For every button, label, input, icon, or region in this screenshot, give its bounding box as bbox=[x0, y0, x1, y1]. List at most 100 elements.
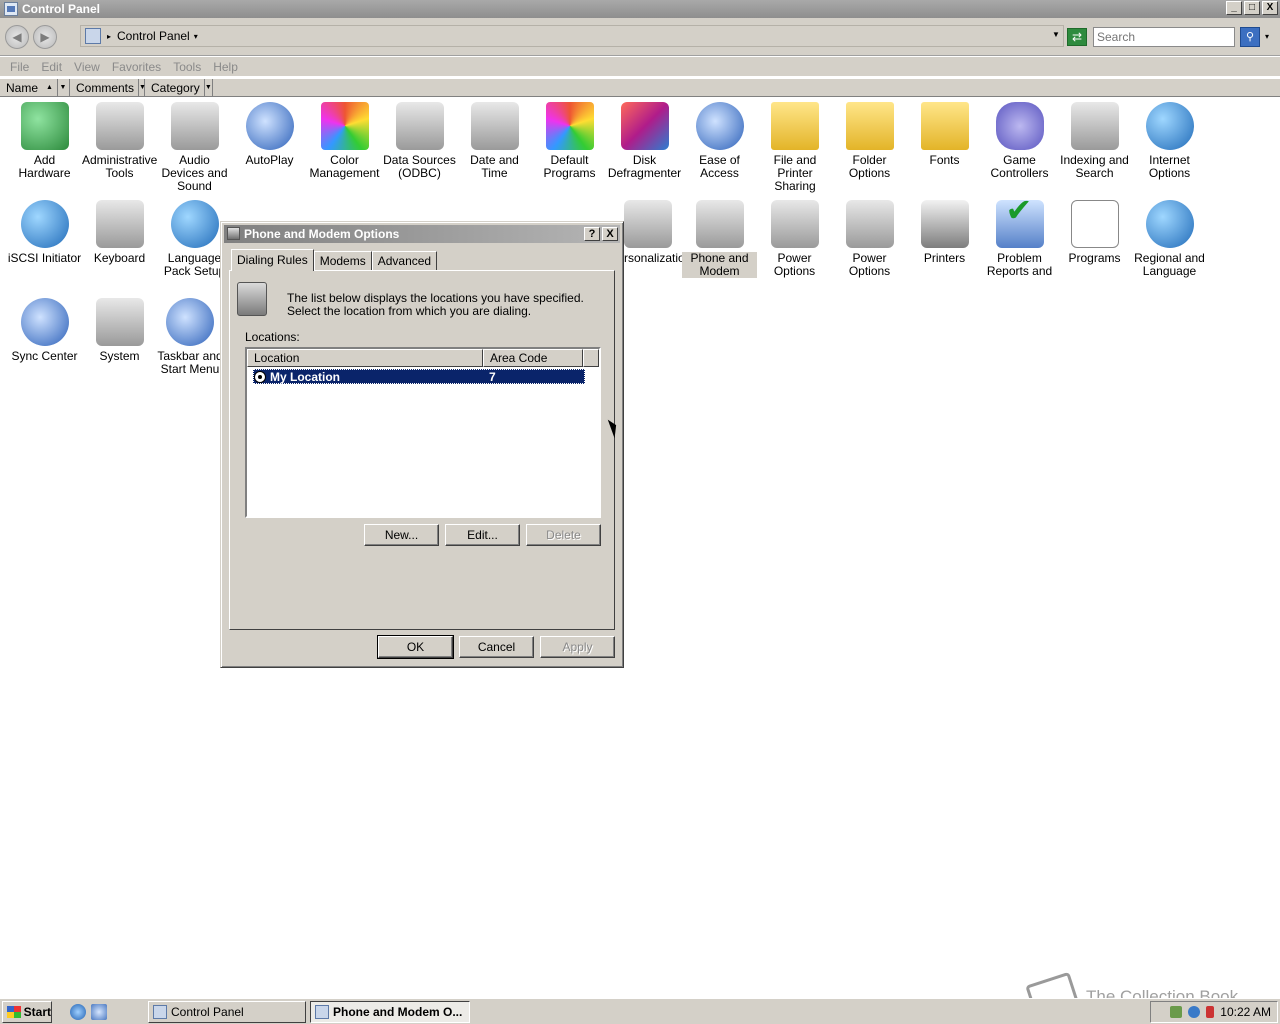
item-problem-reports[interactable]: Problem Reports and bbox=[982, 200, 1057, 278]
back-button[interactable]: ◀ bbox=[5, 25, 29, 49]
menu-help[interactable]: Help bbox=[213, 60, 238, 74]
column-header-bar: Name ▲ ▼ Comments ▼ Category ▼ bbox=[0, 78, 1280, 97]
chevron-down-icon[interactable]: ▾ bbox=[194, 32, 198, 41]
dialog-close-button[interactable]: X bbox=[602, 227, 618, 241]
menu-view[interactable]: View bbox=[74, 60, 100, 74]
item-folder-options[interactable]: Folder Options bbox=[832, 102, 907, 180]
item-label: rsonalization bbox=[624, 251, 692, 265]
apply-button[interactable]: Apply bbox=[540, 636, 615, 658]
help-button[interactable]: ? bbox=[584, 227, 600, 241]
clock[interactable]: 10:22 AM bbox=[1220, 1005, 1271, 1019]
item-label: Game Controllers bbox=[990, 153, 1049, 180]
programs-icon bbox=[1070, 200, 1119, 248]
column-comments[interactable]: Comments ▼ bbox=[70, 78, 146, 97]
tab-modems[interactable]: Modems bbox=[313, 251, 372, 271]
item-system[interactable]: System bbox=[82, 298, 157, 363]
address-toolbar: ◀ ▶ ▸ Control Panel ▾ ▼ ⇄ ⚲ ▾ bbox=[0, 18, 1280, 56]
speaker-icon bbox=[170, 102, 219, 150]
security-tray-icon[interactable] bbox=[1170, 1006, 1183, 1018]
show-desktop-icon[interactable] bbox=[91, 1004, 107, 1020]
forward-button[interactable]: ▶ bbox=[33, 25, 57, 49]
item-date-and-time[interactable]: Date and Time bbox=[457, 102, 532, 180]
item-keyboard[interactable]: Keyboard bbox=[82, 200, 157, 265]
item-ease-of-access[interactable]: Ease of Access bbox=[682, 102, 757, 180]
cancel-button[interactable]: Cancel bbox=[459, 636, 534, 658]
column-name[interactable]: Name ▲ ▼ bbox=[0, 78, 70, 97]
menu-bar: File Edit View Favorites Tools Help bbox=[0, 57, 1280, 77]
network-tray-icon[interactable] bbox=[1188, 1006, 1201, 1018]
item-fonts[interactable]: Fonts bbox=[907, 102, 982, 167]
edit-button[interactable]: Edit... bbox=[445, 524, 520, 546]
item-label: Add Hardware bbox=[18, 153, 71, 180]
control-panel-items: Add Hardware Administrative Tools Audio … bbox=[0, 97, 1280, 993]
tab-dialing-rules[interactable]: Dialing Rules bbox=[231, 249, 314, 271]
taskbar-phone-modem[interactable]: Phone and Modem O... bbox=[310, 1001, 470, 1023]
item-disk-defragmenter[interactable]: Disk Defragmenter bbox=[607, 102, 682, 180]
item-autoplay[interactable]: AutoPlay bbox=[232, 102, 307, 167]
item-power-options-2[interactable]: Power Options bbox=[832, 200, 907, 278]
tab-advanced[interactable]: Advanced bbox=[371, 251, 438, 271]
item-data-sources[interactable]: Data Sources (ODBC) bbox=[382, 102, 457, 180]
column-area-code[interactable]: Area Code bbox=[483, 349, 583, 367]
search-options-chevron-icon[interactable]: ▾ bbox=[1265, 32, 1269, 41]
internet-explorer-icon[interactable] bbox=[70, 1004, 86, 1020]
item-audio-devices[interactable]: Audio Devices and Sound bbox=[157, 102, 232, 193]
item-label: Printers bbox=[923, 251, 966, 265]
regional-globe-icon bbox=[1145, 200, 1194, 248]
delete-button[interactable]: Delete bbox=[526, 524, 601, 546]
item-regional-language[interactable]: Regional and Language bbox=[1132, 200, 1207, 278]
item-label: Ease of Access bbox=[699, 153, 740, 180]
list-item[interactable]: My Location 7 bbox=[253, 369, 585, 384]
menu-tools[interactable]: Tools bbox=[173, 60, 201, 74]
item-phone-and-modem[interactable]: Phone and Modem bbox=[682, 200, 757, 278]
breadcrumb-arrow-icon[interactable]: ▸ bbox=[107, 32, 111, 41]
volume-muted-icon[interactable] bbox=[1206, 1006, 1215, 1018]
maximize-button[interactable]: □ bbox=[1244, 1, 1260, 15]
address-history-dropdown-icon[interactable]: ▼ bbox=[1049, 30, 1063, 39]
dialog-controls: ? X bbox=[584, 227, 618, 241]
item-label: Date and Time bbox=[470, 153, 519, 180]
item-add-hardware[interactable]: Add Hardware bbox=[7, 102, 82, 180]
item-programs[interactable]: Programs bbox=[1057, 200, 1132, 265]
refresh-button[interactable]: ⇄ bbox=[1067, 28, 1087, 46]
item-personalization[interactable]: rsonalization bbox=[624, 200, 692, 265]
minimize-button[interactable]: _ bbox=[1226, 1, 1242, 15]
column-category-label: Category bbox=[151, 80, 200, 95]
item-iscsi-initiator[interactable]: iSCSI Initiator bbox=[7, 200, 82, 265]
item-printers[interactable]: Printers bbox=[907, 200, 982, 265]
item-power-options[interactable]: Power Options bbox=[757, 200, 832, 278]
item-label: File and Printer Sharing bbox=[773, 153, 817, 193]
menu-file[interactable]: File bbox=[10, 60, 29, 74]
column-name-dropdown-icon[interactable]: ▼ bbox=[56, 78, 68, 97]
search-input[interactable] bbox=[1093, 27, 1235, 47]
dialog-titlebar[interactable]: Phone and Modem Options ? X bbox=[224, 225, 620, 243]
column-category[interactable]: Category ▼ bbox=[145, 78, 213, 97]
item-label: Folder Options bbox=[848, 153, 891, 180]
item-label: Fonts bbox=[929, 153, 960, 167]
search-button[interactable]: ⚲ bbox=[1240, 27, 1260, 47]
breadcrumb-control-panel[interactable]: Control Panel bbox=[117, 29, 190, 43]
column-category-dropdown-icon[interactable]: ▼ bbox=[203, 78, 212, 97]
item-file-printer-sharing[interactable]: File and Printer Sharing bbox=[757, 102, 833, 193]
item-default-programs[interactable]: Default Programs bbox=[532, 102, 607, 180]
calendar-clock-icon bbox=[470, 102, 519, 150]
ok-button[interactable]: OK bbox=[377, 635, 454, 659]
taskbar-control-panel[interactable]: Control Panel bbox=[148, 1001, 306, 1023]
new-button[interactable]: New... bbox=[364, 524, 439, 546]
address-box[interactable]: ▸ Control Panel ▾ ▼ bbox=[80, 25, 1064, 47]
item-taskbar-start-menu[interactable]: Taskbar and Start Menu bbox=[157, 298, 223, 376]
locations-list[interactable]: Location Area Code My Location 7 bbox=[245, 347, 601, 518]
item-indexing-search[interactable]: Indexing and Search bbox=[1057, 102, 1132, 180]
item-color-management[interactable]: Color Management bbox=[307, 102, 382, 180]
column-location[interactable]: Location bbox=[247, 349, 483, 367]
start-button[interactable]: Start bbox=[2, 1001, 52, 1023]
system-icon bbox=[95, 298, 144, 346]
item-administrative-tools[interactable]: Administrative Tools bbox=[82, 102, 157, 180]
item-internet-options[interactable]: Internet Options bbox=[1132, 102, 1207, 180]
item-sync-center[interactable]: Sync Center bbox=[7, 298, 82, 363]
close-button[interactable]: X bbox=[1262, 1, 1278, 15]
menu-favorites[interactable]: Favorites bbox=[112, 60, 161, 74]
item-label: Indexing and Search bbox=[1060, 153, 1129, 180]
item-game-controllers[interactable]: Game Controllers bbox=[982, 102, 1057, 180]
menu-edit[interactable]: Edit bbox=[41, 60, 62, 74]
